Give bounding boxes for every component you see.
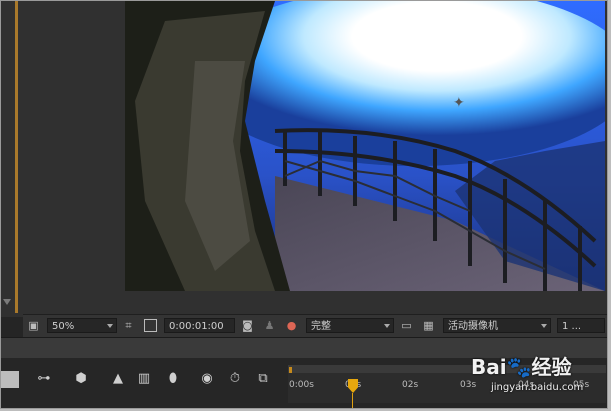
frame-blending-icon[interactable]: ▥: [134, 372, 154, 386]
app-window: ✦ ▣ 50% ⌗ 0:00:01:00 ◙ ♟ ● 完整 ▭ ▦ 活动摄像机 …: [0, 0, 608, 409]
composition-mini-flowchart-icon[interactable]: ⊶: [34, 372, 54, 386]
composition-image: [125, 1, 605, 291]
views-dropdown[interactable]: 1 ...: [557, 318, 605, 333]
watermark-brand-cn: 经验: [531, 355, 572, 379]
motion-blur-icon[interactable]: ⬮: [163, 372, 183, 386]
hide-shy-layers-icon[interactable]: ▲: [108, 372, 128, 386]
watermark-brand: Bai: [471, 355, 507, 379]
resolution-dropdown[interactable]: 完整: [306, 318, 394, 333]
show-snapshot-icon[interactable]: ♟: [263, 319, 276, 332]
zoom-dropdown[interactable]: 50%: [47, 318, 117, 333]
auto-keyframe-icon[interactable]: ⏱: [225, 372, 245, 386]
camera-value: 活动摄像机: [448, 321, 498, 332]
transparency-grid-icon[interactable]: ▦: [422, 319, 435, 332]
anchor-point-icon[interactable]: ✦: [453, 96, 465, 110]
current-time-display[interactable]: 0:00:01:00: [164, 318, 235, 333]
chevron-down-icon: [107, 324, 113, 328]
views-value: 1 ...: [562, 321, 582, 332]
panel-accent-bar: [15, 1, 18, 313]
time-tick-label: 03s: [460, 380, 477, 390]
viewer-toolbar: ▣ 50% ⌗ 0:00:01:00 ◙ ♟ ● 完整 ▭ ▦ 活动摄像机 1 …: [23, 314, 607, 337]
brainstorm-icon[interactable]: ◉: [197, 372, 217, 386]
color-channels-icon[interactable]: ●: [285, 319, 298, 332]
draft-3d-icon[interactable]: ⬢: [71, 372, 91, 386]
magnification-toggle-icon[interactable]: ▣: [27, 319, 40, 332]
baidu-jingyan-watermark: Bai🐾经验: [471, 351, 572, 380]
safe-zones-icon[interactable]: ⌗: [122, 319, 135, 332]
camera-dropdown[interactable]: 活动摄像机: [443, 318, 551, 333]
time-tick-label: 02s: [402, 380, 419, 390]
fast-previews-icon[interactable]: ▭: [400, 319, 413, 332]
resolution-value: 完整: [311, 321, 331, 332]
timeline-search-field[interactable]: [1, 371, 19, 388]
zoom-value: 50%: [52, 321, 75, 332]
watermark-url: jingyan.baidu.com: [491, 382, 584, 393]
project-panel: [1, 1, 23, 317]
chevron-down-icon: [384, 324, 390, 328]
graph-editor-icon[interactable]: ⧉: [253, 372, 273, 386]
current-time-indicator-line: [352, 393, 353, 408]
paw-logo-icon: 🐾: [506, 355, 532, 379]
snapshot-camera-icon[interactable]: ◙: [241, 319, 254, 332]
timecode-value: 0:00:01:00: [169, 321, 224, 332]
scroll-down-arrow-icon[interactable]: [3, 299, 11, 305]
region-of-interest-icon[interactable]: [144, 319, 157, 332]
time-tick-label: 0:00s: [289, 380, 314, 390]
chevron-down-icon: [541, 324, 547, 328]
